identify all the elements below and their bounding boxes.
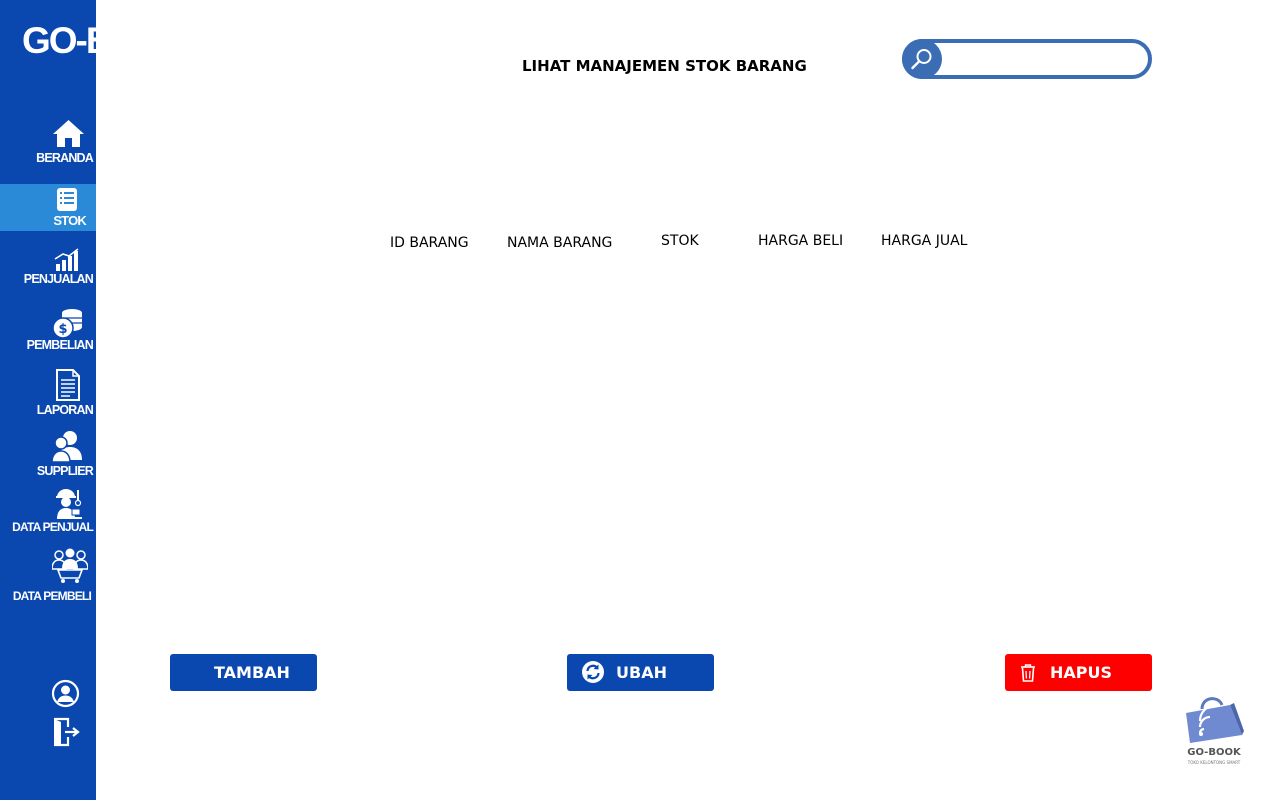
search-button[interactable]: [902, 39, 942, 79]
column-header-harga-beli[interactable]: HARGA BELI: [758, 233, 843, 249]
sidebar-item-label: DATA PEMBELI: [12, 589, 92, 603]
ubah-button-label: UBAH: [616, 663, 667, 682]
sidebar-item-penjualan[interactable]: PENJUALAN: [0, 246, 96, 290]
profile-icon[interactable]: [51, 679, 80, 708]
column-header-stok[interactable]: STOK: [661, 233, 699, 249]
tambah-button[interactable]: TAMBAH: [170, 654, 317, 691]
sidebar-item-stok[interactable]: STOK: [0, 184, 96, 231]
shopping-bag-icon: [1186, 697, 1244, 743]
search-icon: [911, 49, 932, 70]
sidebar-item-label: PENJUALAN: [23, 272, 94, 286]
bar-chart-icon: [54, 248, 79, 271]
sidebar-item-label: STOK: [53, 213, 86, 228]
document-icon: [56, 369, 80, 401]
sidebar-item-label: LAPORAN: [36, 403, 94, 417]
home-icon: [53, 120, 84, 147]
logout-icon[interactable]: [53, 717, 81, 747]
search-bar: [902, 39, 1152, 79]
page-title: LIHAT MANAJEMEN STOK BARANG: [522, 57, 807, 75]
sidebar-item-data-pembeli[interactable]: DATA PEMBELI: [0, 547, 96, 605]
sidebar-item-label: DATA PENJUAL: [12, 520, 94, 534]
refresh-icon: [582, 661, 604, 683]
sidebar-item-pembelian[interactable]: $ PEMBELIAN: [0, 306, 96, 354]
column-header-nama-barang[interactable]: NAMA BARANG: [507, 235, 612, 251]
gobook-corner-logo: GO-BOOK TOKO KELONTONG SMART: [1182, 695, 1246, 767]
corner-logo-name: GO-BOOK: [1187, 747, 1241, 758]
sidebar-item-laporan[interactable]: LAPORAN: [0, 369, 96, 419]
tambah-button-label: TAMBAH: [214, 663, 290, 682]
users-icon: [52, 431, 82, 462]
sidebar-item-label: PEMBELIAN: [26, 338, 94, 352]
sidebar-item-supplier[interactable]: SUPPLIER: [0, 430, 96, 480]
ubah-button[interactable]: UBAH: [567, 654, 714, 691]
coins-icon: $: [52, 309, 82, 339]
sidebar-item-label: BERANDA: [36, 151, 94, 165]
sidebar-item-data-penjual[interactable]: DATA PENJUAL: [0, 486, 96, 536]
seller-icon: [56, 489, 82, 519]
hapus-button-label: HAPUS: [1050, 663, 1113, 682]
svg-text:$: $: [58, 322, 67, 337]
list-icon: [57, 188, 77, 211]
sidebar-item-label: SUPPLIER: [36, 464, 94, 478]
column-header-id-barang[interactable]: ID BARANG: [390, 235, 469, 251]
app-logo: GO-BOOK: [22, 20, 191, 61]
hapus-button[interactable]: HAPUS: [1005, 654, 1152, 691]
search-input[interactable]: [946, 46, 1146, 72]
trash-icon: [1021, 664, 1035, 682]
column-header-harga-jual[interactable]: HARGA JUAL: [881, 233, 967, 249]
sidebar-item-beranda[interactable]: BERANDA: [0, 118, 96, 170]
sidebar: BERANDA STOK PENJUALAN $ PEMBELIAN LAPOR…: [0, 0, 96, 800]
corner-logo-tagline: TOKO KELONTONG SMART: [1187, 760, 1241, 765]
buyers-icon: [52, 548, 88, 583]
